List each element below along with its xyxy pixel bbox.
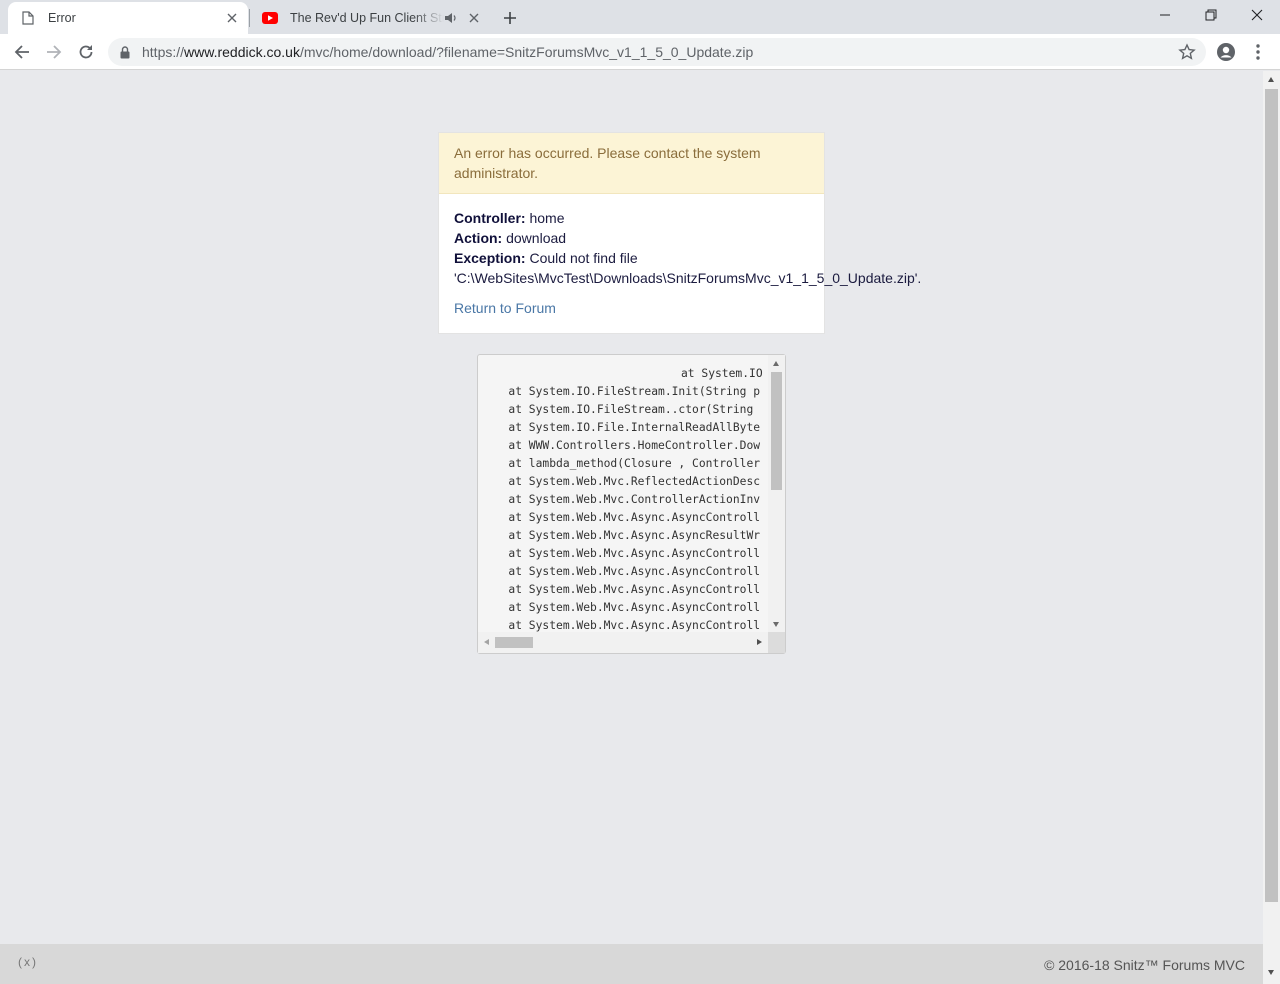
- stack-trace-line: at System.IO.FileStream..ctor(String: [488, 403, 754, 416]
- stack-trace-line: at System.Web.Mvc.Async.AsyncResultWr: [488, 529, 761, 542]
- exception-row: Exception: Could not find file: [454, 248, 809, 268]
- action-row: Action: download: [454, 228, 809, 248]
- tab-youtube[interactable]: The Rev'd Up Fun Client Stru: [250, 2, 490, 34]
- return-to-forum-link[interactable]: Return to Forum: [454, 298, 556, 318]
- page-scroll-down-arrow[interactable]: [1268, 970, 1274, 975]
- stack-trace-line: at System.Web.Mvc.Async.AsyncControll: [488, 583, 761, 596]
- account-icon[interactable]: [1212, 38, 1240, 66]
- tab-title: The Rev'd Up Fun Client Stru: [290, 11, 444, 25]
- stack-trace-hscroll[interactable]: [478, 632, 768, 653]
- speaker-icon[interactable]: [444, 10, 460, 26]
- scroll-left-arrow[interactable]: [484, 639, 489, 645]
- footer-copyright: © 2016-18 Snitz™ Forums MVC: [1044, 957, 1245, 973]
- scroll-down-arrow[interactable]: [773, 622, 779, 627]
- tab-title: Error: [48, 11, 76, 25]
- error-panel: An error has occurred. Please contact th…: [438, 132, 922, 334]
- stack-trace-box[interactable]: at System.IO at System.IO.FileStream.Ini…: [477, 354, 786, 654]
- stack-trace-line: at System.Web.Mvc.Async.AsyncControll: [488, 547, 761, 560]
- browser-toolbar: https://www.reddick.co.uk/mvc/home/downl…: [0, 34, 1280, 70]
- restore-icon[interactable]: [1188, 0, 1234, 30]
- stack-trace-line: at System.Web.Mvc.ReflectedActionDesc: [488, 475, 761, 488]
- forward-icon[interactable]: [40, 38, 68, 66]
- controller-row: Controller: home: [454, 208, 809, 228]
- controller-label: Controller:: [454, 210, 526, 226]
- action-label: Action:: [454, 230, 503, 246]
- scroll-up-arrow[interactable]: [773, 361, 779, 366]
- error-alert: An error has occurred. Please contact th…: [439, 133, 824, 194]
- stack-trace-line: at System.IO: [681, 367, 763, 380]
- scroll-right-arrow[interactable]: [757, 639, 762, 645]
- youtube-icon: [262, 10, 278, 26]
- footer-toggle[interactable]: (x): [18, 955, 38, 969]
- tab-strip: Error The Rev'd Up Fun Client Stru: [0, 0, 1280, 34]
- action-value: download: [506, 230, 567, 246]
- scroll-corner: [768, 632, 785, 653]
- close-icon[interactable]: [222, 8, 242, 28]
- star-icon[interactable]: [1178, 43, 1196, 61]
- tab-error[interactable]: Error: [8, 2, 248, 34]
- address-bar[interactable]: https://www.reddick.co.uk/mvc/home/downl…: [108, 38, 1206, 66]
- exception-label: Exception:: [454, 250, 526, 266]
- minimize-icon[interactable]: [1142, 0, 1188, 30]
- back-icon[interactable]: [8, 38, 36, 66]
- error-details: Controller: home Action: download Except…: [439, 194, 922, 332]
- stack-trace-line: at System.Web.Mvc.ControllerActionInv: [488, 493, 761, 506]
- close-icon[interactable]: [464, 8, 484, 28]
- stack-trace-line: at System.IO.FileStream.Init(String p: [488, 385, 761, 398]
- page-scrollbar[interactable]: [1263, 71, 1280, 984]
- hscroll-thumb[interactable]: [495, 637, 533, 648]
- stack-trace-line: at lambda_method(Closure , Controller: [488, 457, 761, 470]
- stack-trace-line: at WWW.Controllers.HomeController.Dow: [488, 439, 761, 452]
- stack-trace-line: at System.Web.Mvc.Async.AsyncControll: [488, 565, 761, 578]
- menu-icon[interactable]: [1244, 38, 1272, 66]
- exception-value: Could not find file: [529, 250, 638, 266]
- window-close-icon[interactable]: [1234, 0, 1280, 30]
- page-scroll-up-arrow[interactable]: [1268, 77, 1274, 82]
- stack-trace-line: at System.Web.Mvc.Async.AsyncControll: [488, 601, 761, 614]
- stack-trace-vscroll[interactable]: [768, 355, 785, 632]
- plus-icon[interactable]: [498, 6, 522, 30]
- page-footer: (x) © 2016-18 Snitz™ Forums MVC: [0, 944, 1263, 984]
- page-content: An error has occurred. Please contact th…: [0, 71, 1263, 944]
- controller-value: home: [529, 210, 565, 226]
- stack-trace-line: at System.IO.File.InternalReadAllByte: [488, 421, 761, 434]
- exception-path: 'C:\WebSites\MvcTest\Downloads\SnitzForu…: [454, 270, 922, 286]
- url-text[interactable]: https://www.reddick.co.uk/mvc/home/downl…: [142, 44, 753, 60]
- vscroll-thumb[interactable]: [771, 372, 782, 490]
- stack-trace-line: at System.Web.Mvc.Async.AsyncControll: [488, 511, 761, 524]
- page-icon: [20, 10, 36, 26]
- reload-icon[interactable]: [72, 38, 100, 66]
- page-scroll-thumb[interactable]: [1265, 89, 1278, 902]
- lock-icon[interactable]: [120, 45, 134, 59]
- stack-trace-text: at System.IO at System.IO.FileStream.Ini…: [488, 365, 774, 635]
